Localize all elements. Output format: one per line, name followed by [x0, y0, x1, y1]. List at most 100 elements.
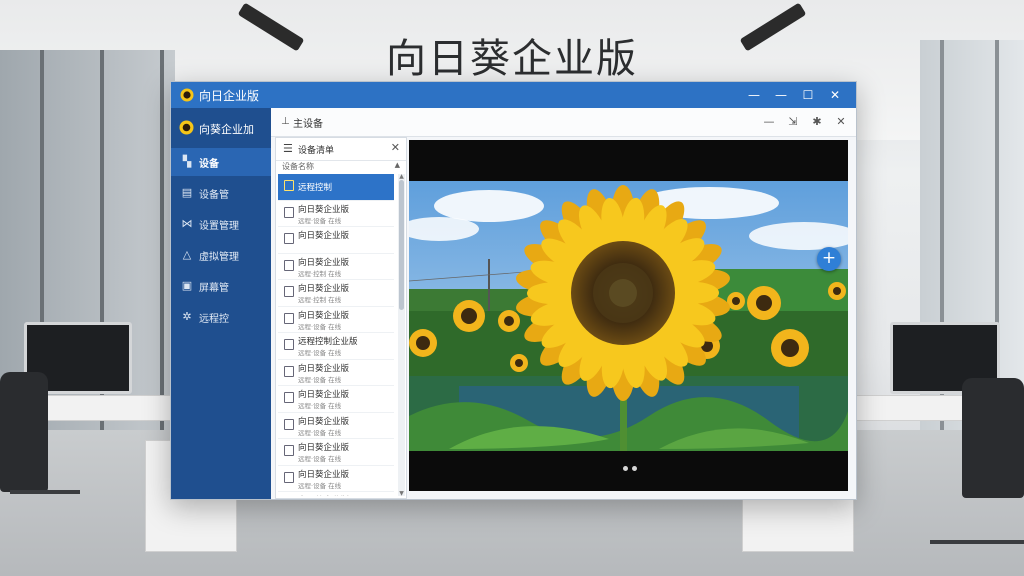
list-item[interactable]: 向日葵企业版 远程·设备 在线	[278, 413, 394, 439]
content-title: 主设备	[293, 119, 323, 130]
sort-label: 设备名称	[282, 162, 314, 171]
sidebar-item-label: 设置管理	[199, 221, 239, 232]
monitor-icon: ▤	[181, 186, 193, 199]
list-item-title: 向日葵企业版	[298, 416, 350, 427]
sidebar-brand-label: 向葵企业加	[199, 123, 254, 136]
list-item-subtitle: 远程·设备 在线	[298, 375, 342, 384]
device-icon	[284, 312, 294, 324]
sidebar-item-screen-management[interactable]: ▣ 屏幕管	[171, 272, 271, 300]
device-list-panel: ☰ 设备清单 ✕ 设备名称 ▲ 远程控制 向日葵企业版 远程·设备 在线 向日葵企业版…	[275, 137, 407, 499]
sidebar-item-label: 设备管	[199, 190, 229, 201]
sidebar-item-device-management[interactable]: ▤ 设备管	[171, 179, 271, 207]
sidebar-item-label: 虚拟管理	[199, 252, 239, 263]
device-list-close-button[interactable]: ✕	[391, 141, 400, 154]
window-title: 向日企业版	[199, 89, 260, 103]
list-item[interactable]: 向日葵企业版 远程·设备 在线	[278, 439, 394, 466]
list-item-subtitle: 远程·设备 在线	[298, 322, 342, 331]
list-item-subtitle: 远程·设备 在线	[298, 481, 342, 490]
list-item[interactable]: 远程控制企业版 远程·设备 在线	[278, 333, 394, 360]
sidebar-item-label: 远程控	[199, 314, 229, 325]
bell-icon: △	[182, 248, 192, 261]
list-item-title: 远程控制	[298, 183, 333, 193]
device-icon	[284, 365, 294, 377]
sidebar-item-virtual-management[interactable]: △ 虚拟管理	[171, 241, 271, 269]
device-icon	[284, 445, 294, 456]
sidebar-brand[interactable]: 向葵企业加	[179, 118, 271, 138]
device-icon	[284, 233, 294, 244]
list-item-title: 向日葵企业版	[298, 443, 350, 453]
list-item[interactable]: 向日葵企业版 远程·设备 在线	[278, 466, 394, 492]
device-list-title: 设备清单	[298, 146, 335, 156]
list-item-title: 向日葵企业版	[298, 231, 350, 241]
list-item-title: 向日葵企业版	[298, 204, 350, 215]
list-item[interactable]: 向日葵企业版 远程·设备 在线	[278, 386, 394, 413]
list-item-title: 向日葵企业版	[298, 310, 350, 321]
list-item[interactable]: 向日葵企业版	[278, 492, 394, 496]
carousel-dot[interactable]	[632, 466, 637, 471]
office-chair	[0, 372, 48, 492]
sidebar: 向葵企业加 ▚ 设备 ▤ 设备管 ⋈ 设置管理 △ 虚拟管理 ▣ 屏幕管 ✲ 远…	[171, 108, 271, 499]
list-item-title: 向日葵企业版	[298, 257, 350, 268]
list-item-title: 远程控制企业版	[298, 337, 358, 347]
menu-icon[interactable]: ☰	[283, 142, 293, 155]
list-item[interactable]: 向日葵企业版 远程·设备 在线	[278, 360, 394, 386]
window-minimize-button[interactable]: —	[741, 84, 767, 106]
sunflower-logo-icon	[180, 88, 194, 102]
list-item[interactable]: 向日葵企业版 远程·控制 在线	[278, 280, 394, 307]
app-window: 向日企业版 — — ☐ ✕ 向葵企业加 ▚ 设备 ▤ 设备管 ⋈ 设置管理 △ …	[170, 81, 857, 500]
image-viewer: +	[409, 140, 848, 491]
panel-close-button[interactable]: ✕	[831, 113, 851, 131]
sidebar-item-remote-control[interactable]: ✲ 远程控	[171, 303, 271, 331]
device-list: 远程控制 向日葵企业版 远程·设备 在线 向日葵企业版 向日葵企业版 远程·控制 在线 向日…	[278, 174, 396, 496]
panel-settings-button[interactable]: ✱	[807, 113, 827, 131]
chair-base	[930, 540, 1024, 544]
content-toolbar: ⊥ 主设备 — ⇲ ✱ ✕	[271, 108, 856, 137]
device-icon	[284, 339, 294, 350]
caret-up-icon: ▲	[394, 161, 400, 169]
list-item-title: 向日葵企业版	[298, 469, 350, 480]
list-item-subtitle: 远程·设备 在线	[298, 216, 342, 225]
sunflower-photo	[409, 181, 848, 451]
sidebar-item-settings-management[interactable]: ⋈ 设置管理	[171, 210, 271, 238]
device-icon	[284, 206, 294, 218]
list-item[interactable]: 向日葵企业版 远程·设备 在线	[278, 307, 394, 333]
panel-dock-button[interactable]: ⇲	[783, 113, 803, 131]
window-maximize-button[interactable]: ☐	[795, 84, 821, 106]
device-icon	[284, 418, 294, 430]
list-item[interactable]: 向日葵企业版 远程·设备 在线	[278, 201, 394, 227]
window-close-button[interactable]: ✕	[822, 84, 848, 106]
carousel-dot[interactable]	[623, 466, 628, 471]
list-item-subtitle: 远程·设备 在线	[298, 455, 342, 463]
device-icon	[284, 392, 294, 403]
sidebar-item-label: 设备	[199, 159, 219, 170]
office-chair	[962, 378, 1024, 498]
device-icon	[284, 286, 294, 297]
sidebar-item-label: 屏幕管	[199, 283, 229, 294]
list-item[interactable]: 远程控制	[278, 174, 394, 201]
chair-base	[10, 490, 80, 494]
carousel-dots	[621, 466, 641, 472]
list-item-title: 向日葵企业版	[298, 390, 350, 400]
list-item-subtitle: 远程·控制 在线	[298, 296, 342, 304]
list-item-title: 向日葵企业版	[298, 494, 349, 496]
window-titlebar[interactable]: 向日企业版 — — ☐ ✕	[171, 82, 856, 108]
scroll-up-icon[interactable]: ▲	[398, 173, 405, 180]
list-item-subtitle: 远程·设备 在线	[298, 428, 342, 437]
add-button[interactable]: +	[817, 247, 841, 271]
device-list-header: ☰ 设备清单 ✕	[276, 138, 406, 161]
gear-icon: ✲	[182, 310, 192, 323]
list-item-subtitle: 远程·设备 在线	[298, 349, 342, 357]
device-list-sort[interactable]: 设备名称 ▲	[276, 160, 406, 174]
scroll-down-icon[interactable]: ▼	[398, 490, 405, 497]
window-restore-button[interactable]: —	[768, 84, 794, 106]
panel-minimize-button[interactable]: —	[759, 113, 779, 131]
sidebar-item-devices[interactable]: ▚ 设备	[171, 148, 271, 176]
device-icon	[284, 259, 294, 271]
scroll-thumb[interactable]	[399, 180, 404, 310]
list-item-subtitle: 远程·设备 在线	[298, 402, 342, 410]
device-list-scrollbar[interactable]: ▲ ▼	[398, 173, 405, 497]
list-item-title: 向日葵企业版	[298, 363, 350, 374]
page-headline: 向日葵企业版	[386, 36, 638, 82]
list-item[interactable]: 向日葵企业版	[278, 227, 394, 254]
list-item[interactable]: 向日葵企业版 远程·控制 在线	[278, 254, 394, 280]
